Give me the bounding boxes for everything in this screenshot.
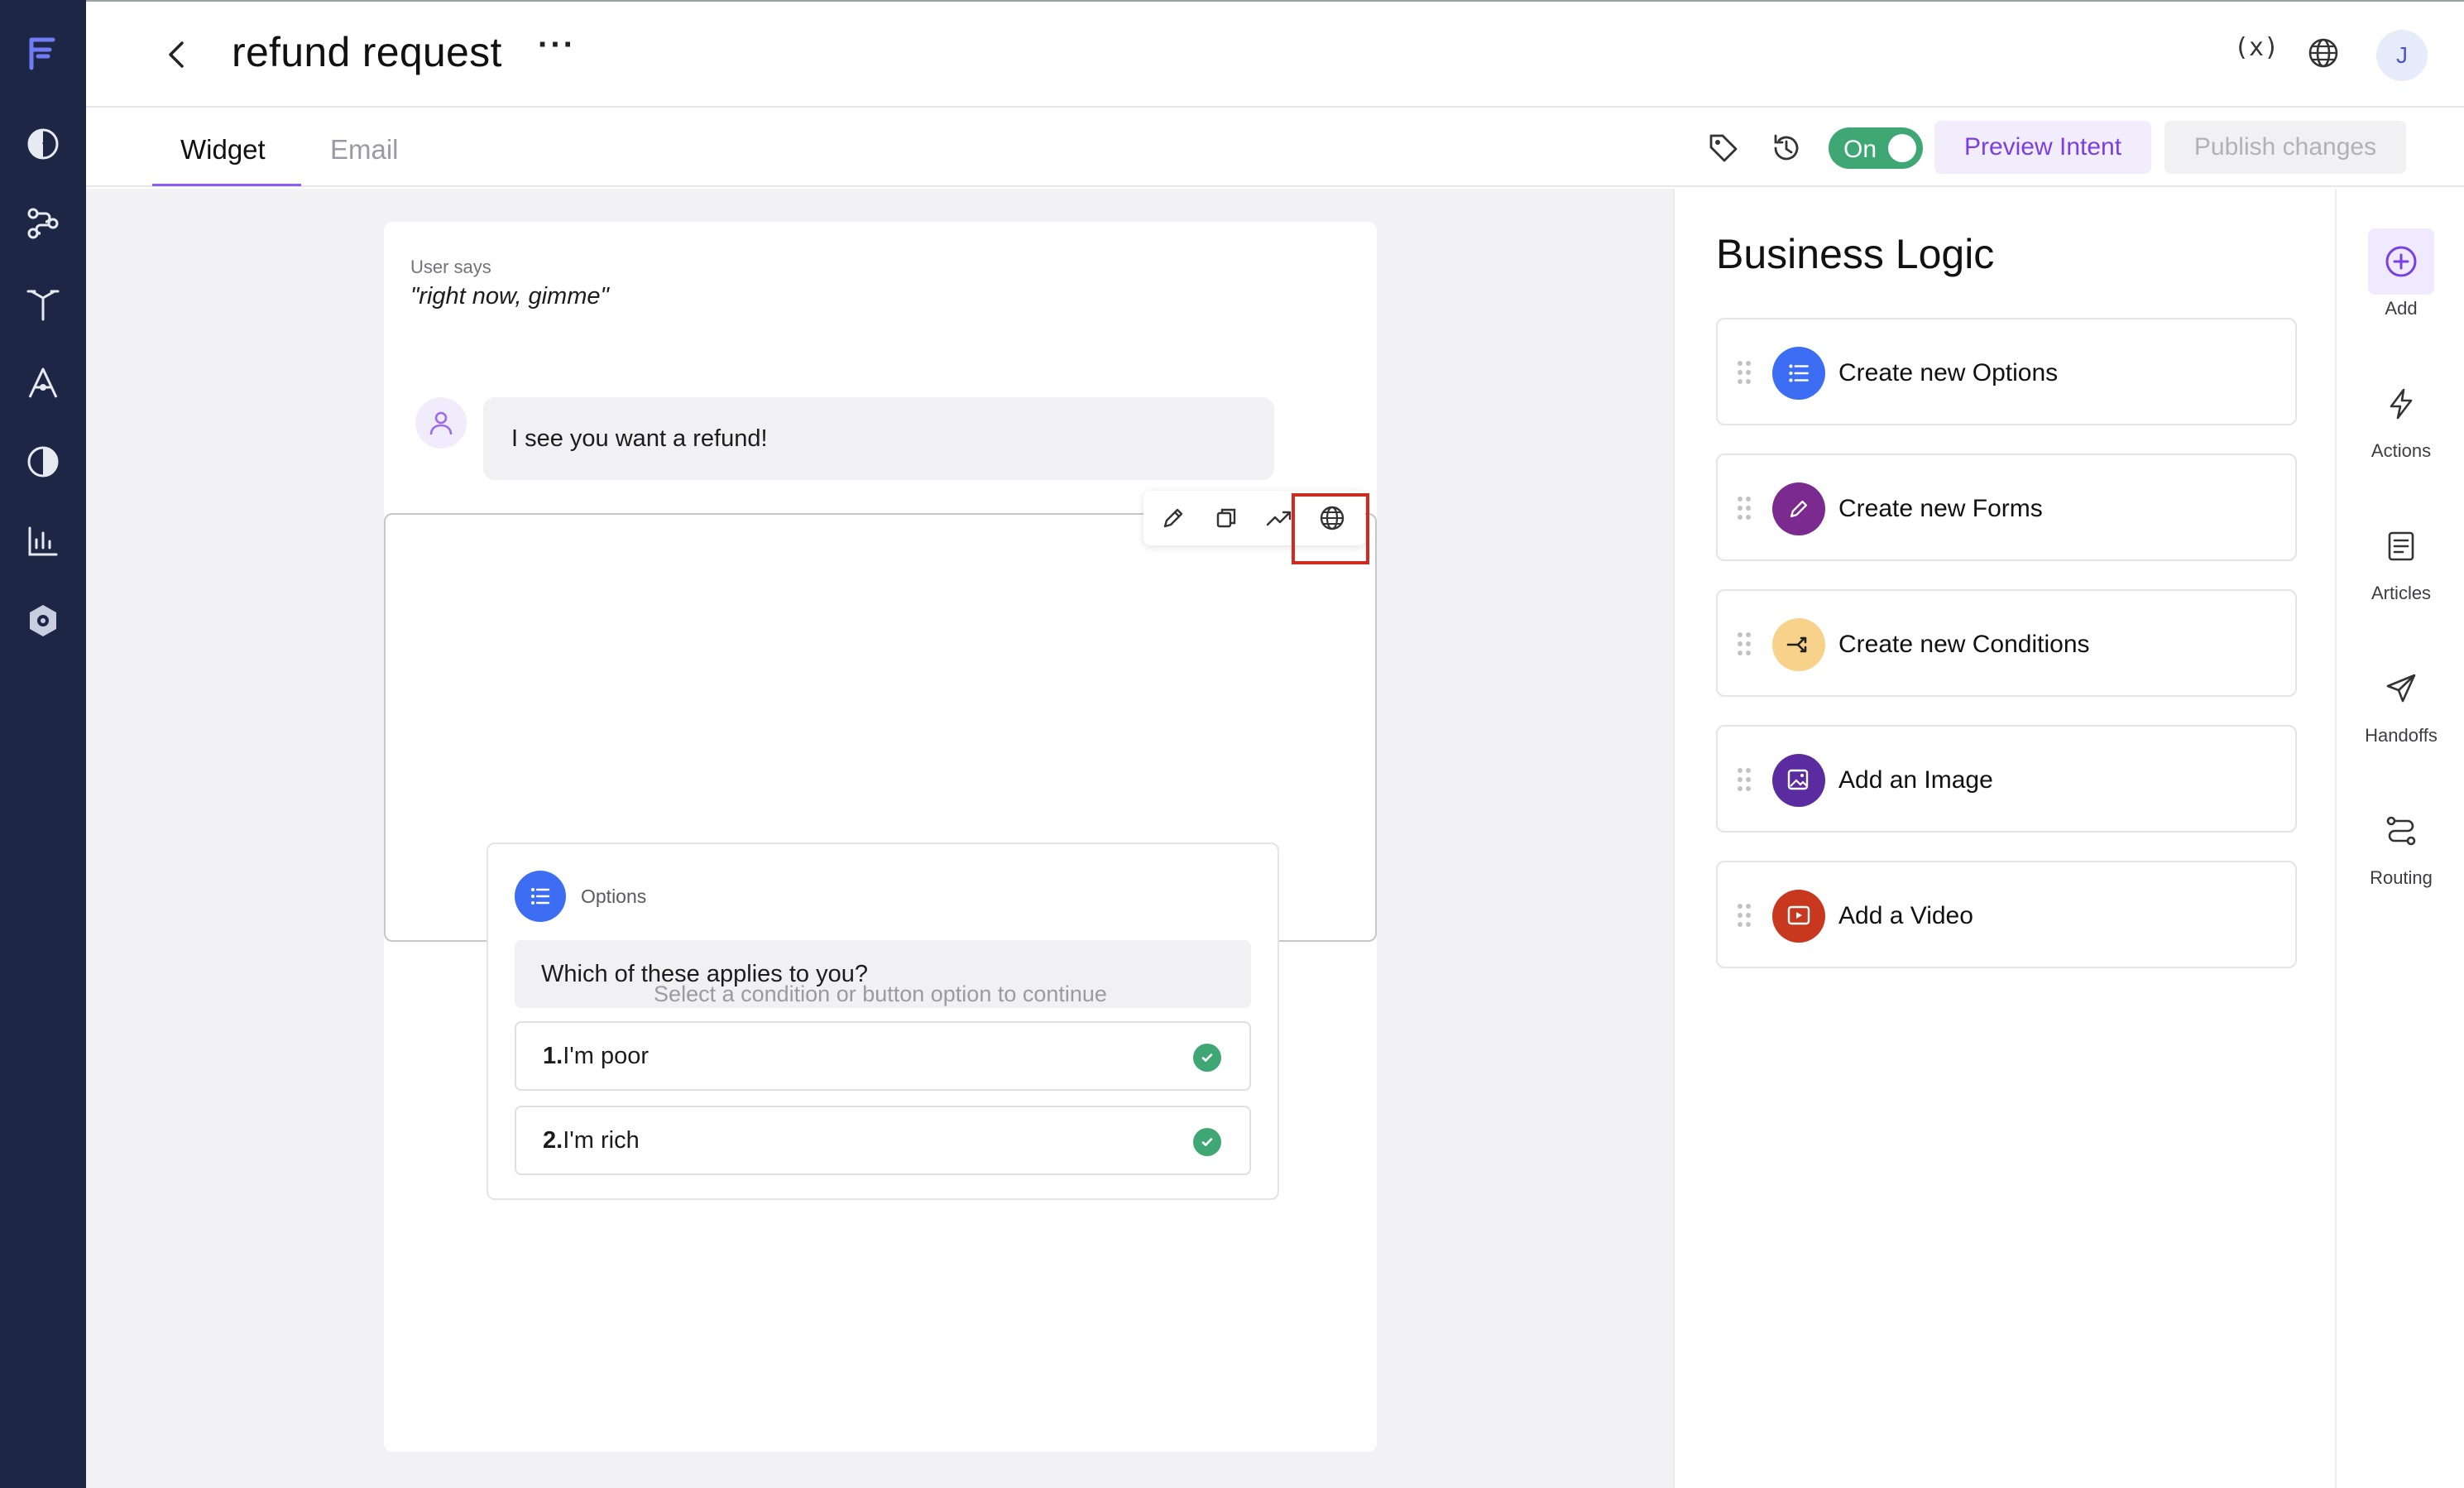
logic-item-label: Add a Video: [1838, 902, 1973, 929]
drag-handle-icon[interactable]: [1738, 497, 1754, 521]
active-tab-indicator: [152, 184, 301, 186]
toggle-knob: [1888, 134, 1916, 162]
nav-settings-icon[interactable]: [18, 596, 68, 646]
list-icon: [1772, 347, 1825, 400]
drag-handle-icon[interactable]: [1738, 768, 1754, 793]
app-logo-icon[interactable]: [18, 28, 68, 78]
routing-icon: [2368, 798, 2434, 864]
globe-icon[interactable]: [2305, 35, 2342, 71]
left-nav: [0, 0, 86, 1488]
tab-widget[interactable]: Widget: [180, 134, 266, 166]
business-logic-panel: Business Logic Create new Options Create…: [1673, 189, 2335, 1488]
article-icon: [2368, 513, 2434, 579]
image-icon: [1772, 754, 1825, 807]
duplicate-icon[interactable]: [1211, 503, 1241, 533]
bot-message[interactable]: I see you want a refund!: [483, 397, 1274, 480]
back-button[interactable]: [157, 31, 197, 78]
options-type-badge: [515, 871, 566, 922]
option-choice[interactable]: 2. I'm rich: [515, 1106, 1251, 1175]
more-options-button[interactable]: ···: [538, 26, 576, 64]
block-toolbar: [1143, 491, 1365, 545]
logic-item-label: Create new Conditions: [1838, 631, 2090, 658]
rail-label: Articles: [2371, 583, 2432, 603]
create-conditions-item[interactable]: Create new Conditions: [1716, 589, 2297, 697]
rail-label: Handoffs: [2365, 725, 2438, 746]
conversation-card: User says "right now, gimme" I see you w…: [384, 222, 1377, 1452]
rail-label: Routing: [2370, 867, 2433, 888]
trending-up-icon[interactable]: [1264, 503, 1294, 533]
nav-knowledge-icon[interactable]: [18, 358, 68, 407]
create-forms-item[interactable]: Create new Forms: [1716, 454, 2297, 561]
create-options-item[interactable]: Create new Options: [1716, 318, 2297, 425]
rail-item-articles[interactable]: Articles: [2337, 513, 2464, 604]
nav-insights-icon[interactable]: [18, 119, 68, 169]
chevron-left-icon: [169, 41, 184, 68]
drag-handle-icon[interactable]: [1738, 904, 1754, 929]
bot-avatar: [415, 397, 467, 449]
logic-item-label: Create new Options: [1838, 359, 2059, 386]
person-icon: [429, 411, 453, 435]
selected-step-block[interactable]: Options Which of these applies to you? 1…: [384, 513, 1377, 1200]
flow-canvas: User says "right now, gimme" I see you w…: [86, 189, 1673, 1488]
intent-active-toggle[interactable]: On: [1829, 127, 1923, 169]
nav-reports-icon[interactable]: [18, 516, 68, 566]
tab-email[interactable]: Email: [330, 134, 399, 166]
nav-routing-icon[interactable]: [18, 278, 68, 328]
bolt-icon: [2368, 371, 2434, 437]
publish-changes-button[interactable]: Publish changes: [2164, 121, 2406, 174]
rail-item-actions[interactable]: Actions: [2337, 371, 2464, 462]
translate-globe-icon[interactable]: [1317, 503, 1347, 533]
preview-intent-button[interactable]: Preview Intent: [1934, 121, 2151, 174]
page-title: refund request: [232, 29, 502, 75]
list-icon: [531, 888, 550, 905]
send-icon: [2368, 655, 2434, 722]
plus-circle-icon: [2368, 228, 2434, 295]
choice-label: I'm poor: [563, 1042, 650, 1069]
rail-item-routing[interactable]: Routing: [2337, 798, 2464, 889]
add-video-item[interactable]: Add a Video: [1716, 861, 2297, 968]
choice-label: I'm rich: [563, 1126, 640, 1154]
nav-workflows-icon[interactable]: [18, 199, 68, 248]
check-circle-icon: [1193, 1128, 1221, 1156]
rail-label: Actions: [2371, 440, 2432, 461]
edit-pencil-icon[interactable]: [1158, 503, 1188, 533]
history-icon[interactable]: [1769, 131, 1804, 166]
tag-icon[interactable]: [1706, 131, 1741, 166]
options-step[interactable]: Options Which of these applies to you? 1…: [487, 842, 1279, 1200]
logic-item-label: Create new Forms: [1838, 495, 2043, 522]
branch-icon: [1772, 618, 1825, 671]
option-choice[interactable]: 1. I'm poor: [515, 1021, 1251, 1091]
logic-item-label: Add an Image: [1838, 766, 1993, 794]
pencil-icon: [1772, 482, 1825, 535]
user-says-label: User says: [410, 257, 491, 277]
drag-handle-icon[interactable]: [1738, 632, 1754, 657]
video-icon: [1772, 890, 1825, 943]
page-header: refund request ··· (x) J: [86, 2, 2464, 108]
toggle-label: On: [1843, 136, 1877, 163]
choice-number: 2.: [543, 1126, 563, 1154]
check-circle-icon: [1193, 1044, 1221, 1072]
rail-label: Add: [2385, 298, 2418, 319]
add-image-item[interactable]: Add an Image: [1716, 725, 2297, 833]
user-avatar[interactable]: J: [2376, 30, 2428, 81]
user-says-text: "right now, gimme": [410, 283, 609, 310]
right-rail: Add Actions Articles Handoffs Routing: [2335, 189, 2464, 1488]
panel-title: Business Logic: [1716, 231, 1995, 277]
sub-toolbar: Widget Email On Preview Intent Publish c…: [86, 109, 2464, 187]
variables-button[interactable]: (x): [2234, 33, 2279, 62]
rail-item-handoffs[interactable]: Handoffs: [2337, 655, 2464, 746]
choice-number: 1.: [543, 1042, 563, 1069]
rail-item-add[interactable]: Add: [2337, 228, 2464, 319]
options-type-label: Options: [581, 886, 647, 907]
continue-hint: Select a condition or button option to c…: [654, 982, 1107, 1006]
nav-analytics-icon[interactable]: [18, 437, 68, 487]
drag-handle-icon[interactable]: [1738, 361, 1754, 386]
